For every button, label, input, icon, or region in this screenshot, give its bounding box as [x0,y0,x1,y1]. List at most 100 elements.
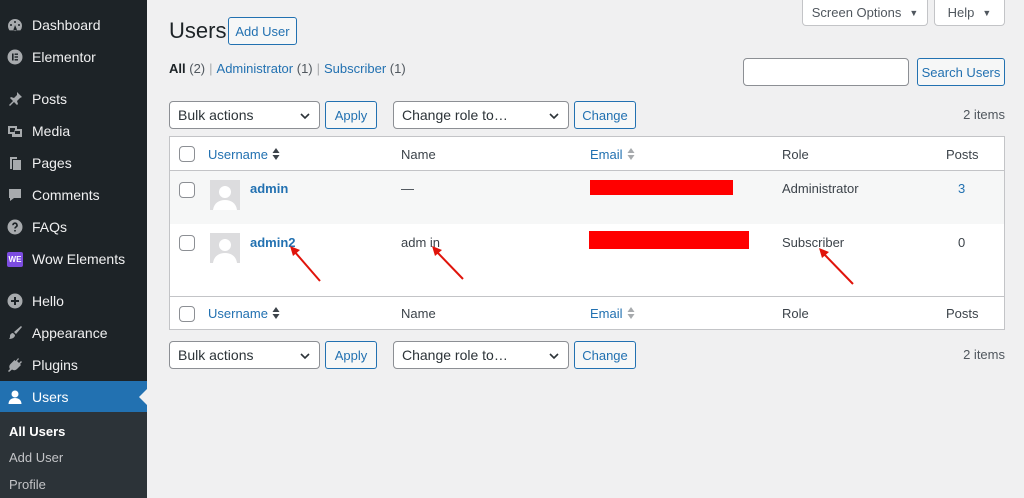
help-icon [7,219,23,235]
sidebar-item-appearance[interactable]: Appearance [0,318,147,348]
posts-count-link[interactable]: 3 [958,181,965,196]
sidebar-item-pages[interactable]: Pages [0,148,147,178]
screen-options-button[interactable]: Screen Options ▼ [802,0,928,26]
filter-all-label: All [169,61,186,76]
avatar [210,233,240,263]
sidebar-item-label: Comments [32,187,100,203]
sidebar-item-label: FAQs [32,219,68,235]
column-email-label: Email [590,306,623,321]
brush-icon [7,325,23,341]
caret-down-icon: ▼ [982,7,992,18]
table-footer: Username Name Email Role Posts [170,296,1004,330]
apply-button-bottom[interactable]: Apply [325,341,377,369]
row-checkbox[interactable] [179,235,195,251]
sidebar-item-label: Plugins [32,357,78,373]
select-all-checkbox[interactable] [179,146,195,162]
help-label: Help [947,5,975,20]
sidebar-item-label: Dashboard [32,17,101,33]
chevron-down-icon [548,109,560,125]
sidebar-item-users[interactable]: Users [0,381,147,413]
sidebar-item-wow-elements[interactable]: WE Wow Elements [0,244,147,274]
add-user-button[interactable]: Add User [228,17,297,45]
admin-sidebar: Dashboard Elementor Posts Media Pages Co… [0,0,147,498]
caret-down-icon: ▼ [909,7,919,18]
row-checkbox[interactable] [179,182,195,198]
separator: | [209,61,213,76]
apply-button[interactable]: Apply [325,101,377,129]
column-role: Role [782,306,809,321]
column-username-label: Username [208,306,268,321]
change-role-select-bottom[interactable]: Change role to… [393,341,569,369]
avatar [210,180,240,210]
sidebar-item-plugins[interactable]: Plugins [0,350,147,380]
chevron-down-icon [299,109,311,125]
sort-icon [627,306,635,323]
column-name: Name [401,147,436,162]
column-email[interactable]: Email [590,306,635,323]
column-posts: Posts [946,147,979,162]
search-input[interactable] [743,58,909,86]
sort-icon [627,147,635,164]
sidebar-item-label: Hello [32,293,64,309]
chevron-down-icon [299,349,311,365]
search-users-button[interactable]: Search Users [917,58,1005,86]
submenu-all-users[interactable]: All Users [9,424,65,439]
submenu-profile[interactable]: Profile [9,477,46,492]
help-button[interactable]: Help ▼ [934,0,1005,26]
redacted-email [590,180,733,195]
sidebar-item-label: Wow Elements [32,251,126,267]
users-submenu: All Users Add User Profile [0,412,147,498]
bulk-actions-select[interactable]: Bulk actions [169,101,320,129]
annotation-arrow-icon [290,246,321,282]
sidebar-item-posts[interactable]: Posts [0,84,147,114]
dashboard-icon [7,17,23,33]
redacted-email [589,231,749,249]
bulk-actions-select-bottom[interactable]: Bulk actions [169,341,320,369]
filter-subscriber-label: Subscriber [324,61,387,76]
column-posts: Posts [946,306,979,321]
select-all-checkbox[interactable] [179,306,195,322]
pages-icon [7,155,23,171]
column-username[interactable]: Username [208,147,280,164]
items-count-bottom: 2 items [963,347,1005,362]
user-icon [7,389,23,405]
screen-options-label: Screen Options [811,5,902,20]
comment-icon [7,187,23,203]
column-email[interactable]: Email [590,147,635,164]
column-username-label: Username [208,147,268,162]
sidebar-item-elementor[interactable]: Elementor [0,42,147,72]
filter-all[interactable]: All (2) [169,61,205,76]
sidebar-item-label: Pages [32,155,72,171]
filter-subscriber[interactable]: Subscriber (1) [324,61,406,76]
sidebar-item-label: Elementor [32,49,96,65]
username-link[interactable]: admin [250,181,288,196]
sidebar-item-dashboard[interactable]: Dashboard [0,10,147,40]
sidebar-item-label: Media [32,123,71,139]
annotation-arrow-icon [432,246,464,280]
role-cell: Administrator [782,181,859,196]
column-username[interactable]: Username [208,306,280,323]
active-indicator [139,389,147,405]
sidebar-item-comments[interactable]: Comments [0,180,147,210]
posts-count: 0 [958,235,966,250]
pin-icon [7,91,23,107]
filter-subscriber-count: (1) [389,61,406,76]
change-button-bottom[interactable]: Change [574,341,636,369]
user-role-filters: All (2) | Administrator (1) | Subscriber (1) [169,61,406,76]
bulk-actions-value: Bulk actions [178,107,254,123]
column-email-label: Email [590,147,623,162]
annotation-arrow-icon [819,248,854,285]
change-role-value: Change role to… [402,107,508,123]
filter-administrator[interactable]: Administrator (1) [217,61,313,76]
sidebar-item-faqs[interactable]: FAQs [0,212,147,242]
submenu-add-user[interactable]: Add User [9,450,63,465]
sidebar-item-media[interactable]: Media [0,116,147,146]
change-role-select[interactable]: Change role to… [393,101,569,129]
filter-administrator-label: Administrator [216,61,294,76]
page-title: Users [169,18,227,43]
table-header: Username Name Email Role Posts [170,137,1004,171]
items-count: 2 items [963,107,1005,122]
sidebar-item-hello[interactable]: Hello [0,286,147,316]
separator: | [316,61,321,76]
change-button[interactable]: Change [574,101,636,129]
